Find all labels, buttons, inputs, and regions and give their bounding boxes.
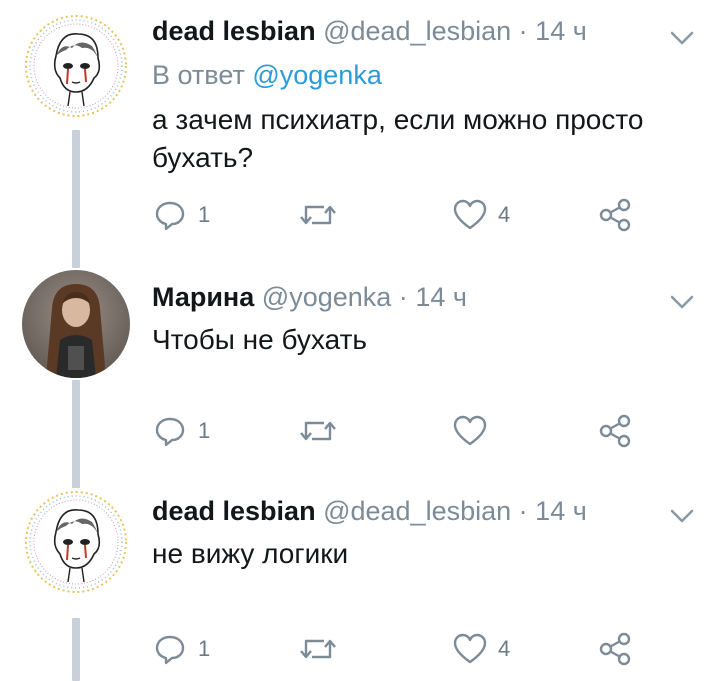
timestamp[interactable]: 14 ч (415, 282, 467, 312)
share-icon (599, 632, 631, 666)
heart-icon (453, 199, 487, 230)
display-name[interactable]: Марина (152, 282, 254, 312)
reply-icon (155, 417, 185, 447)
like-button[interactable]: 4 (452, 193, 510, 237)
reply-count: 1 (198, 418, 211, 443)
reply-button[interactable]: 1 (152, 409, 210, 453)
heart-icon (453, 415, 487, 446)
retweet-button[interactable] (297, 193, 349, 237)
display-name[interactable]: dead lesbian (152, 496, 316, 526)
like-count: 4 (498, 636, 511, 661)
portrait-drawing-icon (24, 14, 128, 118)
reply-count: 1 (198, 636, 211, 661)
thread-line (72, 130, 80, 268)
like-count: 4 (498, 202, 511, 227)
chevron-down-icon[interactable] (662, 496, 702, 536)
action-bar: 1 (152, 409, 652, 453)
timestamp[interactable]: 14 ч (535, 16, 587, 46)
reply-button[interactable]: 1 (152, 193, 210, 237)
share-icon (599, 198, 631, 232)
tweet-header: Марина @yogenka · 14 ч (152, 280, 467, 314)
retweet-button[interactable] (297, 627, 349, 671)
reply-icon (155, 201, 185, 231)
tweet[interactable]: Марина @yogenka · 14 ч Чтобы не бухать 1 (0, 268, 720, 500)
reply-icon (155, 635, 185, 665)
retweet-icon (300, 205, 336, 225)
action-bar: 1 4 (152, 193, 652, 237)
chevron-down-icon[interactable] (662, 18, 702, 58)
user-handle[interactable]: @yogenka (262, 282, 392, 312)
share-button[interactable] (597, 627, 633, 671)
reply-context: В ответ @yogenka (152, 58, 382, 92)
photo-avatar-icon (22, 270, 130, 378)
tweet-header: dead lesbian @dead_lesbian · 14 ч (152, 494, 587, 528)
separator: · (518, 16, 528, 46)
action-bar: 1 4 (152, 627, 652, 671)
display-name[interactable]: dead lesbian (152, 16, 316, 46)
portrait-drawing-icon (24, 490, 128, 594)
avatar[interactable] (22, 270, 130, 378)
avatar[interactable] (22, 488, 130, 596)
share-button[interactable] (597, 409, 633, 453)
share-icon (599, 414, 631, 448)
tweet-header: dead lesbian @dead_lesbian · 14 ч (152, 14, 587, 48)
separator: · (398, 282, 408, 312)
thread-line (72, 618, 80, 681)
share-button[interactable] (597, 193, 633, 237)
retweet-icon (300, 639, 336, 659)
chevron-down-icon[interactable] (662, 282, 702, 322)
tweet[interactable]: dead lesbian @dead_lesbian · 14 ч не виж… (0, 480, 720, 681)
like-button[interactable]: 4 (452, 627, 510, 671)
heart-icon (453, 633, 487, 664)
tweet-text: Чтобы не бухать (152, 324, 367, 355)
separator: · (518, 496, 528, 526)
user-handle[interactable]: @dead_lesbian (323, 496, 511, 526)
retweet-icon (300, 421, 336, 441)
tweet-text: а зачем психиатр, если можно просто буха… (152, 104, 644, 173)
tweet-text: не вижу логики (152, 538, 349, 569)
reply-prefix: В ответ (152, 60, 245, 90)
mention-link[interactable]: @yogenka (252, 60, 382, 90)
timestamp[interactable]: 14 ч (535, 496, 587, 526)
tweet[interactable]: dead lesbian @dead_lesbian · 14 ч В отве… (0, 0, 720, 268)
user-handle[interactable]: @dead_lesbian (323, 16, 511, 46)
retweet-button[interactable] (297, 409, 349, 453)
like-button[interactable] (452, 409, 498, 453)
reply-button[interactable]: 1 (152, 627, 210, 671)
reply-count: 1 (198, 202, 211, 227)
avatar[interactable] (22, 12, 130, 120)
